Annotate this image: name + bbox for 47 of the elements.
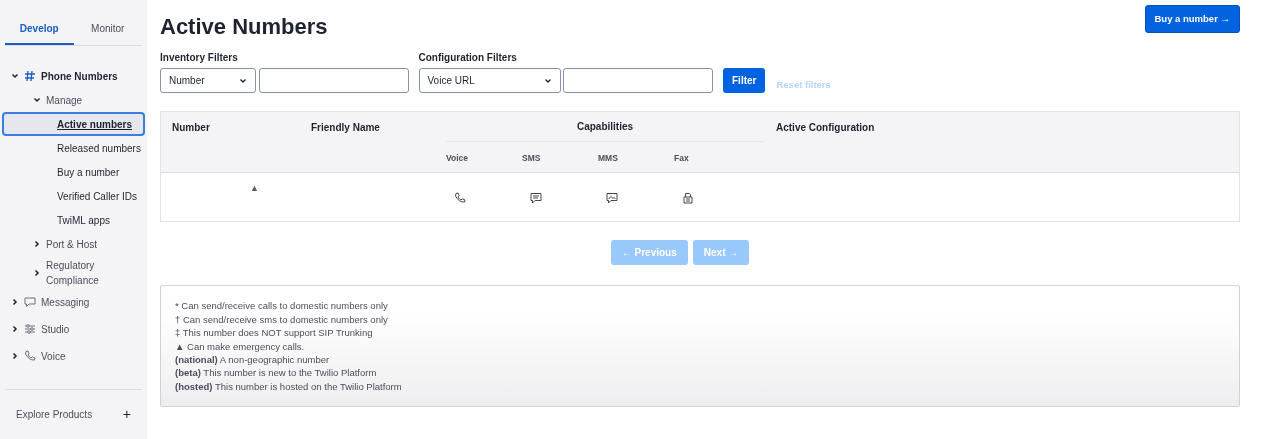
nav-item[interactable]: Studio (0, 317, 147, 341)
page-title: Active Numbers (160, 14, 328, 41)
nav-item[interactable]: Port & Host (0, 232, 147, 256)
add-button[interactable]: + (122, 404, 131, 425)
nav-item[interactable]: Regulatory Compliance (0, 256, 147, 290)
filter-label: Configuration Filters (418, 51, 518, 66)
filter-label: Inventory Filters (160, 51, 239, 66)
nav-item[interactable]: Voice (0, 344, 147, 368)
buy-number-button[interactable]: Buy a number → (1144, 5, 1240, 34)
column-header: Active Configuration (775, 120, 875, 135)
filter-select[interactable]: Voice URL (418, 68, 561, 94)
column-header: Number (171, 120, 210, 135)
nav-item[interactable]: Manage (0, 88, 147, 112)
sidebar-tab[interactable]: Monitor (73, 14, 142, 45)
filter-select[interactable]: Number (160, 68, 256, 94)
legend-line: (beta) This number is new to the Twilio Platform (175, 366, 378, 380)
hash-icon (24, 70, 36, 82)
column-header: Capabilities (576, 120, 634, 135)
legend-line: ▲ Can make emergency calls. (175, 339, 306, 353)
nav-item[interactable]: Messaging (0, 290, 147, 314)
nav-item[interactable]: TwiML apps (2, 208, 145, 232)
nav-item[interactable]: Released numbers (2, 136, 145, 160)
nav-item[interactable]: Active numbers (2, 112, 145, 136)
legend-line: * Can send/receive calls to domestic numbers only (175, 299, 389, 313)
sidebar-tab[interactable]: Develop (5, 14, 74, 45)
column-header: Friendly Name (311, 120, 380, 135)
legend-line: † Can send/receive sms to domestic numbers only (175, 312, 389, 327)
legend-line: (national) A non-geographic number (175, 353, 331, 367)
column-subheader: SMS (522, 152, 541, 163)
caret-icon (543, 76, 552, 85)
legend-line: (hosted) This number is hosted on the Twilio Platform (175, 379, 403, 394)
chat-icon (24, 296, 36, 308)
filter-button[interactable]: Filter (723, 68, 766, 94)
column-subheader: Fax (674, 152, 689, 163)
nav-item[interactable]: Verified Caller IDs (2, 184, 145, 208)
phone-icon (24, 350, 36, 362)
emergency-mark: ▲ (250, 183, 259, 194)
column-subheader: Voice (446, 152, 469, 163)
nav-item[interactable]: Phone Numbers (0, 64, 147, 88)
explore-products-link[interactable]: Explore Products (16, 407, 93, 422)
caret-icon (239, 76, 247, 85)
column-subheader: MMS (598, 152, 618, 163)
nav-item[interactable]: Buy a number (2, 160, 145, 184)
filter-input[interactable] (258, 68, 409, 94)
filter-input[interactable] (563, 68, 713, 94)
legend-line: ‡ This number does NOT support SIP Trunking (175, 326, 374, 340)
sliders-icon (24, 323, 36, 335)
